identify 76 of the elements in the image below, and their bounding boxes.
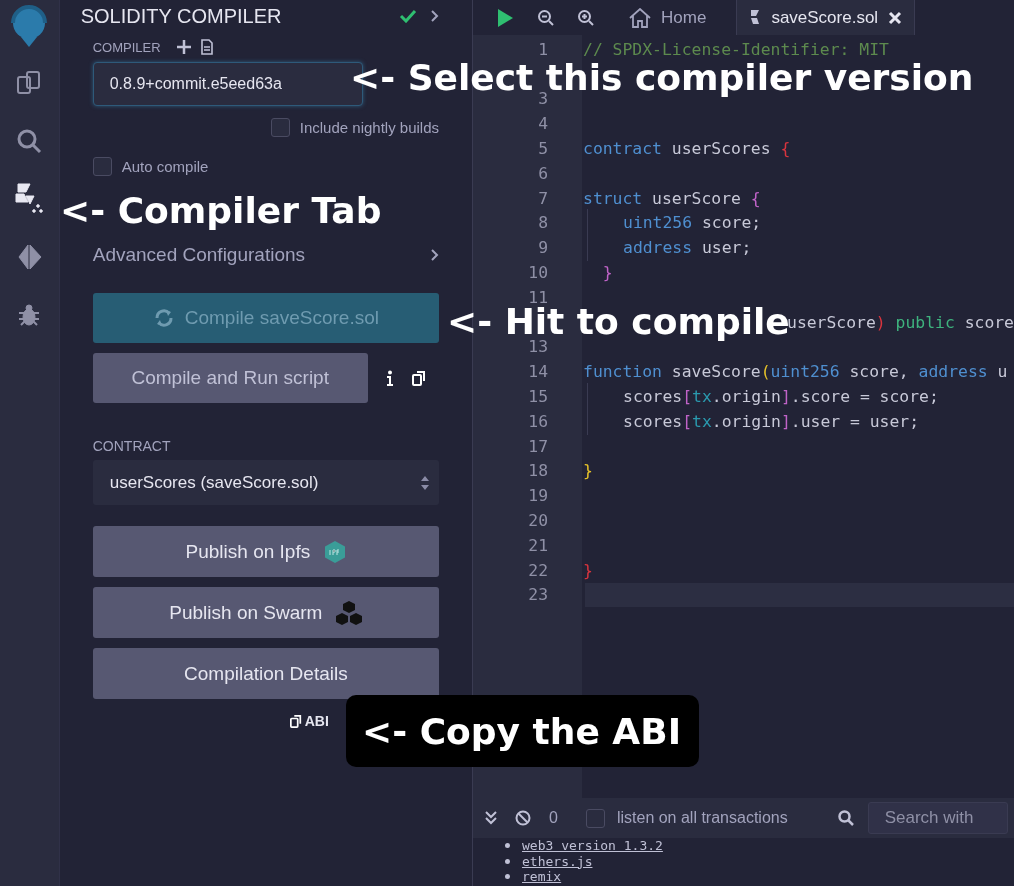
compiler-label: COMPILER bbox=[92, 39, 161, 55]
search-icon[interactable] bbox=[16, 128, 43, 154]
log-link[interactable]: web3 version 1.3.2 bbox=[522, 838, 663, 854]
line-number: 13 bbox=[528, 337, 548, 357]
copy-icon bbox=[289, 714, 302, 728]
code-line: function saveScore(uint256 score, address u bbox=[583, 362, 1008, 382]
line-number: 4 bbox=[538, 114, 548, 134]
code-line: struct userScore { bbox=[583, 188, 761, 208]
file-icon[interactable] bbox=[200, 39, 213, 55]
line-number: 8 bbox=[538, 213, 548, 233]
checkbox[interactable] bbox=[270, 118, 290, 137]
panel-button[interactable]: Publish on Swarm bbox=[92, 587, 439, 638]
line-number: 16 bbox=[528, 411, 548, 431]
search-field[interactable]: Search with bbox=[867, 802, 1008, 834]
line-number: 18 bbox=[528, 461, 548, 481]
updown-arrows-icon bbox=[421, 474, 429, 491]
collapse-icon[interactable] bbox=[485, 811, 497, 825]
contract-select[interactable]: userScores (saveScore.sol) bbox=[92, 460, 439, 505]
code-line: } bbox=[583, 461, 593, 481]
contract-label: CONTRACT bbox=[92, 438, 171, 454]
code-line: } bbox=[601, 263, 613, 283]
line-number: 21 bbox=[528, 535, 548, 555]
line-number: 5 bbox=[538, 139, 548, 159]
code-line: address user; bbox=[583, 238, 752, 258]
nightly-builds-label: Include nightly builds bbox=[299, 119, 439, 136]
auto-compile-label: Auto compile bbox=[121, 158, 209, 175]
code-line: contract userScores { bbox=[583, 139, 791, 159]
panel-button[interactable]: Publish on Ipfs bbox=[92, 526, 439, 577]
line-number: 22 bbox=[528, 560, 548, 580]
zoom-in-icon[interactable] bbox=[577, 8, 595, 27]
code-line: // SPDX-License-Identifier: MIT bbox=[583, 39, 889, 59]
checkbox[interactable] bbox=[585, 808, 605, 828]
line-number: 9 bbox=[538, 238, 548, 258]
panel-title: SOLIDITY COMPILER bbox=[80, 4, 283, 28]
clear-icon[interactable] bbox=[515, 810, 531, 826]
editor-tab[interactable]: saveScore.sol bbox=[736, 0, 916, 35]
line-number: 7 bbox=[538, 188, 548, 208]
copy-abi-button[interactable]: ABI bbox=[289, 713, 329, 729]
info-icon[interactable] bbox=[385, 370, 394, 386]
line-number: 17 bbox=[528, 436, 548, 456]
line-number: 11 bbox=[528, 287, 548, 307]
file-icon bbox=[749, 8, 762, 27]
code-line: } bbox=[583, 560, 593, 580]
line-number: 23 bbox=[528, 585, 548, 605]
home-icon bbox=[629, 7, 651, 28]
annotation-label: <- Compiler Tab bbox=[60, 193, 382, 229]
hexagons-icon bbox=[336, 598, 363, 627]
line-number: 10 bbox=[528, 263, 548, 283]
panel-button[interactable]: Compilation Details bbox=[92, 648, 439, 699]
chevron-right-icon[interactable] bbox=[431, 10, 439, 22]
listen-label: listen on all transactions bbox=[616, 809, 788, 827]
line-number: 1 bbox=[538, 39, 548, 59]
copy-icon[interactable] bbox=[411, 370, 426, 386]
search-icon[interactable] bbox=[837, 810, 854, 826]
line-number: 15 bbox=[528, 387, 548, 407]
compile-and-run-button[interactable]: Compile and Run script bbox=[92, 353, 368, 403]
bug-icon[interactable] bbox=[17, 303, 42, 327]
pending-count: 0 bbox=[549, 809, 558, 827]
editor-tab[interactable]: Home bbox=[617, 0, 719, 35]
hexagon-icon bbox=[324, 539, 347, 564]
plus-icon[interactable] bbox=[176, 40, 191, 54]
run-icon[interactable] bbox=[495, 7, 515, 28]
line-number: 6 bbox=[538, 163, 548, 183]
line-number: 14 bbox=[528, 362, 548, 382]
line-number: 19 bbox=[528, 486, 548, 506]
line-number: 20 bbox=[528, 511, 548, 531]
files-icon[interactable] bbox=[16, 70, 43, 96]
log-link[interactable]: remix bbox=[522, 869, 562, 885]
advanced-configurations-toggle[interactable]: Advanced Configurations bbox=[92, 244, 306, 266]
log-link[interactable]: ethers.js bbox=[522, 853, 593, 869]
close-icon[interactable] bbox=[888, 10, 903, 25]
annotation-label: <- Copy the ABI bbox=[346, 695, 700, 767]
checkbox[interactable] bbox=[92, 157, 112, 176]
zoom-out-icon[interactable] bbox=[537, 8, 555, 27]
chevron-right-icon[interactable] bbox=[431, 249, 439, 261]
code-line: userScore) public score bbox=[787, 312, 1014, 332]
